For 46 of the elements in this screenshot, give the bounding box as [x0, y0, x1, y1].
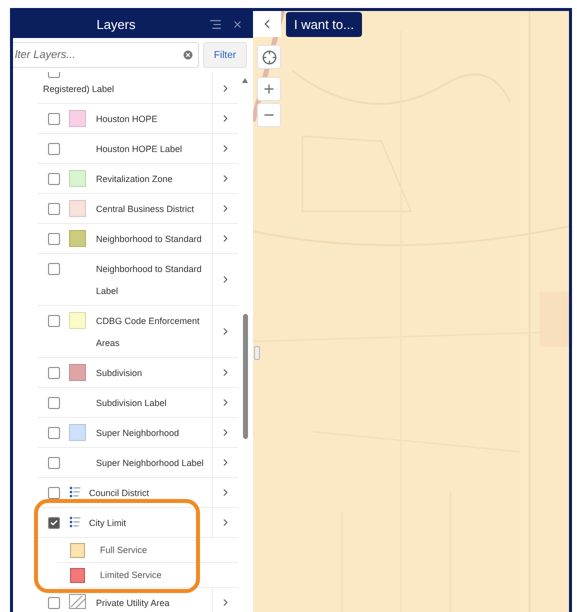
- layer-name: Neighborhood to Standard: [96, 233, 203, 246]
- panel-title: Layers: [95, 17, 137, 32]
- legend-label: Full Service: [100, 545, 148, 555]
- checkbox[interactable]: [48, 315, 60, 327]
- locate-icon[interactable]: [257, 45, 281, 69]
- legend-label: Limited Service: [100, 570, 162, 580]
- i-want-to-button[interactable]: I want to...: [286, 12, 362, 37]
- menu-icon[interactable]: [209, 18, 222, 31]
- layer-name: City Limit: [89, 517, 128, 530]
- checkbox[interactable]: [48, 143, 60, 155]
- checkbox[interactable]: [48, 367, 60, 379]
- layer-name: Subdivision: [96, 367, 144, 380]
- layer-name: Private Utility Area: [96, 597, 171, 610]
- checkbox[interactable]: [48, 597, 60, 609]
- checkbox[interactable]: [48, 113, 60, 125]
- check-icon: [50, 519, 58, 527]
- checkbox[interactable]: [48, 397, 60, 409]
- layer-name: Subdivision Label: [96, 397, 168, 410]
- checkbox[interactable]: [48, 487, 60, 499]
- layer-name: Registered) Label: [43, 83, 116, 96]
- checkbox[interactable]: [48, 263, 60, 275]
- layer-name: Neighborhood to Standard Label: [96, 263, 203, 298]
- filter-button[interactable]: Filter: [203, 42, 247, 68]
- layer-name: Central Business District: [96, 203, 196, 216]
- checkbox[interactable]: [48, 517, 60, 529]
- splitter-handle[interactable]: [254, 346, 260, 360]
- hatch-icon: [69, 594, 86, 609]
- close-icon[interactable]: [232, 19, 243, 30]
- checkbox[interactable]: [48, 203, 60, 215]
- checkbox[interactable]: [48, 427, 60, 439]
- layer-name: Houston HOPE Label: [96, 143, 184, 156]
- layer-name: Houston HOPE: [96, 113, 159, 126]
- search-field[interactable]: lter Layers...: [13, 42, 199, 68]
- plus-icon: [262, 82, 276, 96]
- layer-name: Super Neighborhood: [96, 427, 180, 440]
- layer-name: Super Neighborhood Label: [96, 457, 205, 470]
- legend-icon: [69, 516, 81, 529]
- checkbox[interactable]: [48, 173, 60, 185]
- checkbox[interactable]: [48, 233, 60, 245]
- layer-name: CDBG Code Enforcement Areas: [96, 315, 201, 350]
- collapse-button[interactable]: [253, 11, 281, 37]
- layer-name: Council District: [89, 487, 150, 500]
- legend-icon: [69, 486, 81, 499]
- checkbox[interactable]: [48, 457, 60, 469]
- zoom-in-button[interactable]: [257, 77, 281, 101]
- layer-name: Revitalization Zone: [96, 173, 174, 186]
